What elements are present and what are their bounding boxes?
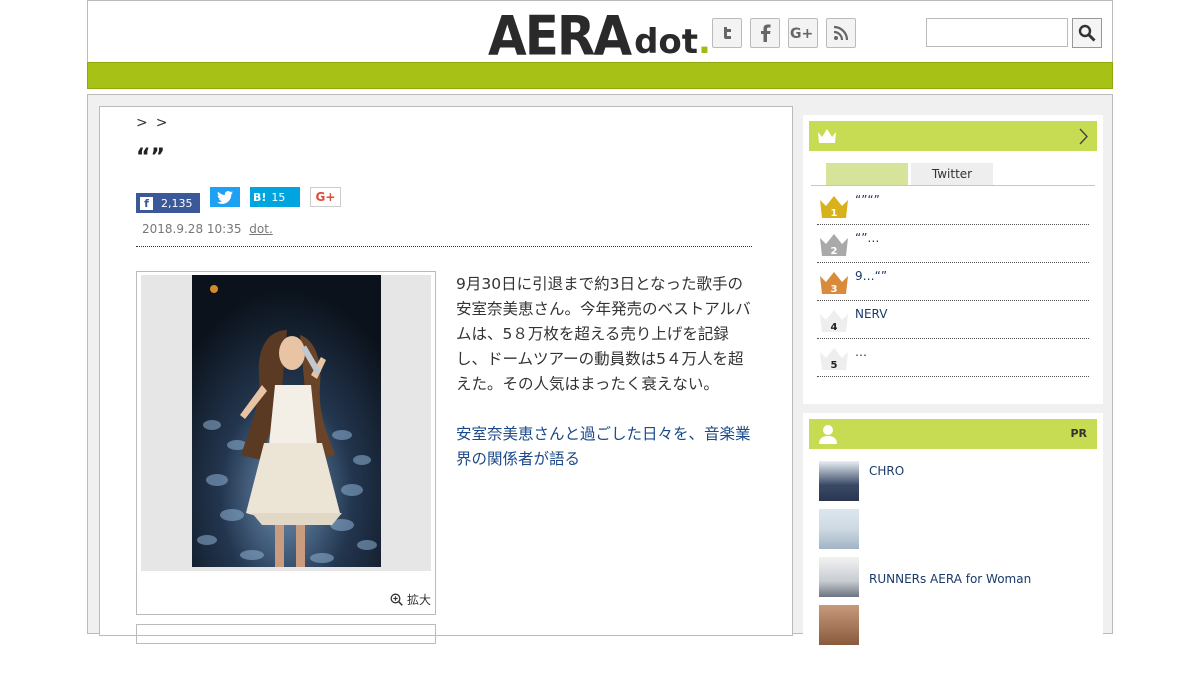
social-links: G+: [712, 18, 856, 48]
breadcrumb-separator: >: [136, 115, 148, 131]
googleplus-share-button[interactable]: G+: [310, 187, 341, 207]
ranking-item[interactable]: 4 NERV: [817, 301, 1089, 339]
crown-rank-1-icon: 1: [820, 196, 848, 219]
main-container: > > “” f 2,135 B! 15 G+ 2018.9.28 10:35 …: [87, 94, 1113, 645]
pr-item[interactable]: RUNNERs AERA for Woman: [819, 557, 1089, 597]
share-buttons: f 2,135 B! 15 G+: [136, 187, 341, 213]
crown-rank-4-icon: 4: [820, 310, 848, 333]
article-paragraph: ＿＿＿＿＿＿＿＿＿＿＿＿＿＿＿＿＿＿＿＿＿＿＿＿＿＿＿＿＿＿＿＿＿＿＿＿＿＿＿＿…: [456, 597, 754, 672]
article: > > “” f 2,135 B! 15 G+ 2018.9.28 10:35 …: [99, 106, 793, 644]
pr-thumbnail: [819, 605, 859, 645]
search-input[interactable]: [926, 18, 1068, 47]
pr-label: PR: [1070, 427, 1087, 440]
twitter-share-button[interactable]: [210, 187, 240, 207]
tab-twitter-ranking[interactable]: Twitter: [911, 163, 993, 185]
pr-thumbnail: [819, 461, 859, 501]
article-paragraph: ＿＿＿＿＿＿＿＿＿＿＿＿＿＿＿＿＿＿＿＿＿＿＿＿＿＿＿＿＿＿＿＿＿＿＿＿＿＿＿＿…: [456, 497, 754, 572]
crown-rank-5-icon: 5: [820, 348, 848, 371]
facebook-icon[interactable]: [750, 18, 780, 48]
search-icon: [1078, 24, 1096, 42]
enlarge-button[interactable]: 拡大: [390, 591, 431, 608]
article-body: 9月30日に引退まで約3日となった歌手の安室奈美恵さん。今年発売のベストアルバム…: [456, 272, 754, 697]
article-title: “”: [136, 145, 165, 170]
publish-date: 2018.9.28 10:35: [142, 222, 242, 236]
facebook-icon: f: [140, 196, 153, 210]
pr-item-title: CHRO: [869, 464, 905, 478]
ranking-item-title: NERV: [855, 307, 888, 321]
twitter-bird-icon: [217, 190, 233, 204]
pr-thumbnail: [819, 557, 859, 597]
tab-access-ranking[interactable]: [826, 163, 908, 185]
ranking-widget: Twitter 1 “”“” 2 “”… 3 9…“” 4 NERV 5 …: [803, 115, 1103, 404]
ranking-item-title: “”…: [855, 231, 880, 245]
pr-item[interactable]: [819, 605, 1089, 645]
hatena-bookmark-button[interactable]: B! 15: [250, 187, 300, 207]
global-nav-bar: [87, 62, 1113, 89]
facebook-share-count: 2,135: [161, 196, 193, 210]
pr-item[interactable]: CHRO: [819, 461, 1089, 501]
article-meta: 2018.9.28 10:35 dot.: [142, 222, 273, 236]
ranking-item[interactable]: 3 9…“”: [817, 263, 1089, 301]
pr-header: PR: [809, 419, 1097, 449]
pr-thumbnail: [819, 509, 859, 549]
ranking-item[interactable]: 2 “”…: [817, 225, 1089, 263]
svg-text:5: 5: [831, 360, 838, 371]
ranking-tabs: Twitter: [826, 163, 993, 185]
hatena-bookmark-count: 15: [271, 190, 286, 204]
pr-widget: PR CHRO RUNNERs AERA for Woman: [803, 413, 1103, 645]
zoom-in-icon: [390, 593, 403, 606]
ranking-item-title: 9…“”: [855, 269, 888, 283]
person-icon: [819, 425, 837, 444]
svg-text:3: 3: [831, 284, 838, 295]
googleplus-icon[interactable]: G+: [788, 18, 818, 48]
svg-text:G+: G+: [790, 26, 813, 41]
breadcrumb: > >: [136, 115, 167, 131]
source-link[interactable]: dot.: [249, 222, 272, 236]
svg-text:4: 4: [831, 322, 838, 333]
crown-rank-3-icon: 3: [820, 272, 848, 295]
crown-icon: [818, 129, 836, 143]
article-paragraph: 9月30日に引退まで約3日となった歌手の安室奈美恵さん。今年発売のベストアルバム…: [456, 275, 751, 393]
twitter-icon[interactable]: [712, 18, 742, 48]
chevron-right-icon: [1079, 128, 1088, 145]
ranking-item-title: “”“”: [855, 193, 880, 207]
breadcrumb-separator: >: [155, 115, 168, 131]
pr-item[interactable]: [819, 509, 1089, 549]
ranking-item-title: …: [855, 345, 867, 359]
performer-photo: [192, 275, 381, 567]
facebook-share-button[interactable]: f 2,135: [136, 193, 200, 213]
related-article-link[interactable]: 安室奈美恵さんと過ごした日々を、音楽業界の関係者が語る: [456, 422, 754, 472]
article-photo-secondary[interactable]: [136, 624, 436, 644]
aera-dot-logo[interactable]: AERA dot.: [488, 7, 711, 63]
article-photo[interactable]: 拡大: [136, 271, 436, 615]
ranking-header[interactable]: [809, 121, 1097, 151]
rss-icon[interactable]: [826, 18, 856, 48]
pr-item-title: RUNNERs AERA for Woman: [869, 572, 1032, 586]
divider: [136, 246, 752, 247]
svg-text:2: 2: [831, 246, 838, 257]
ranking-item[interactable]: 5 …: [817, 339, 1089, 377]
search-button[interactable]: [1072, 18, 1102, 48]
ranking-item[interactable]: 1 “”“”: [817, 187, 1089, 225]
crown-rank-2-icon: 2: [820, 234, 848, 257]
svg-text:1: 1: [831, 208, 838, 219]
